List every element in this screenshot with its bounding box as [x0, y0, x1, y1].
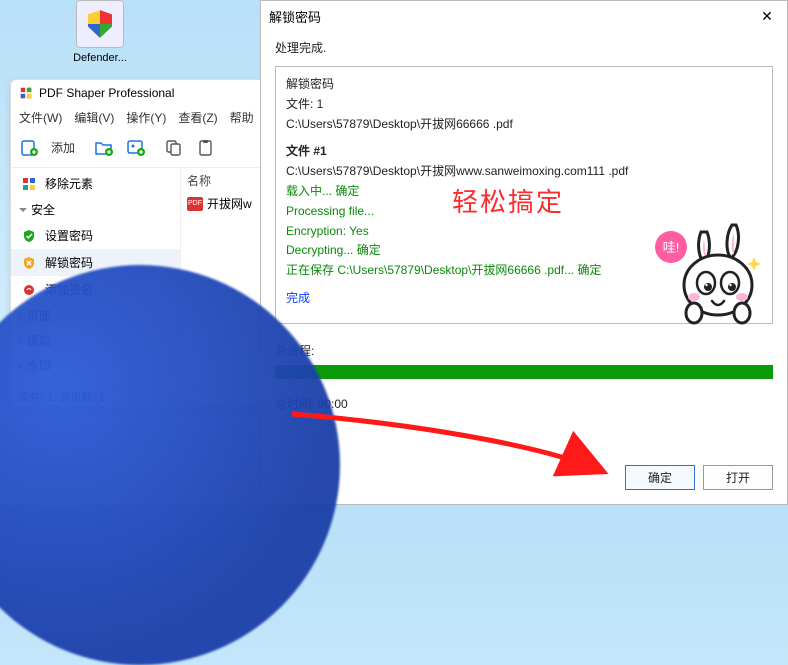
copy-icon[interactable]	[163, 137, 185, 159]
paste-icon[interactable]	[195, 137, 217, 159]
toolbar-add-label: 添加	[51, 139, 75, 156]
sidebar-header-label: 安全	[31, 201, 55, 218]
menubar: 文件(W) 编辑(V) 操作(Y) 查看(Z) 帮助	[11, 106, 269, 128]
annotation-overlay-text: 轻松搞定	[452, 181, 564, 224]
desktop-shortcut-defender[interactable]: Defender...	[60, 0, 140, 64]
shield-x-icon	[21, 255, 37, 271]
remove-elements-icon	[21, 176, 37, 192]
sidebar-item-label: 设置密码	[45, 227, 93, 244]
add-file-icon[interactable]	[19, 137, 41, 159]
bubble-text: 哇!	[663, 240, 680, 255]
main-window-title: PDF Shaper Professional	[39, 86, 174, 100]
sidebar-header-security[interactable]: 安全	[11, 197, 180, 222]
sidebar-item-label: 移除元素	[45, 175, 93, 192]
close-button[interactable]: ✕	[755, 4, 779, 28]
menu-action[interactable]: 操作(Y)	[126, 109, 166, 126]
sidebar-item-remove-elements[interactable]: 移除元素	[11, 170, 180, 197]
main-window-titlebar[interactable]: PDF Shaper Professional	[11, 80, 269, 106]
log-line: 文件: 1	[286, 95, 762, 115]
file-row[interactable]: PDF 开拔网w	[187, 195, 263, 212]
shield-check-icon	[21, 228, 37, 244]
desktop-shortcut-label: Defender...	[60, 52, 140, 64]
processing-done-label: 处理完成.	[275, 39, 773, 56]
toolbar: 添加	[11, 128, 269, 168]
unlock-password-dialog: 解锁密码 ✕ 处理完成. 解锁密码 文件: 1 C:\Users\57879\D…	[260, 0, 788, 505]
bunny-sticker: 哇!	[646, 217, 766, 332]
sidebar-item-label: 解锁密码	[45, 254, 93, 271]
dialog-button-row: 确定 打开	[625, 465, 773, 490]
add-image-icon[interactable]	[125, 137, 147, 159]
pdf-icon: PDF	[187, 197, 203, 211]
column-header-name[interactable]: 名称	[187, 172, 263, 189]
dialog-title: 解锁密码	[269, 7, 321, 26]
menu-file[interactable]: 文件(W)	[19, 109, 62, 126]
sidebar-item-set-password[interactable]: 设置密码	[11, 222, 180, 249]
chevron-down-icon	[19, 208, 27, 212]
log-line: C:\Users\57879\Desktop\开拔网www.sanweimoxi…	[286, 162, 762, 182]
app-logo-icon	[19, 86, 33, 100]
menu-edit[interactable]: 编辑(V)	[74, 109, 114, 126]
menu-view[interactable]: 查看(Z)	[178, 109, 217, 126]
dialog-titlebar[interactable]: 解锁密码 ✕	[261, 1, 787, 31]
ok-button[interactable]: 确定	[625, 465, 695, 490]
log-line: 解锁密码	[286, 75, 762, 95]
file-name: 开拔网w	[207, 195, 252, 212]
log-line: C:\Users\57879\Desktop\开拔网66666 .pdf	[286, 115, 762, 135]
menu-help[interactable]: 帮助	[230, 109, 254, 126]
log-output[interactable]: 解锁密码 文件: 1 C:\Users\57879\Desktop\开拔网666…	[275, 66, 773, 324]
add-folder-icon[interactable]	[93, 137, 115, 159]
progress-bar	[275, 365, 773, 379]
log-file-header: 文件 #1	[286, 142, 762, 162]
open-button[interactable]: 打开	[703, 465, 773, 490]
defender-icon	[76, 0, 124, 48]
total-time: 总时间: 00:00	[275, 395, 773, 412]
progress-section: 总进程:	[275, 342, 773, 379]
